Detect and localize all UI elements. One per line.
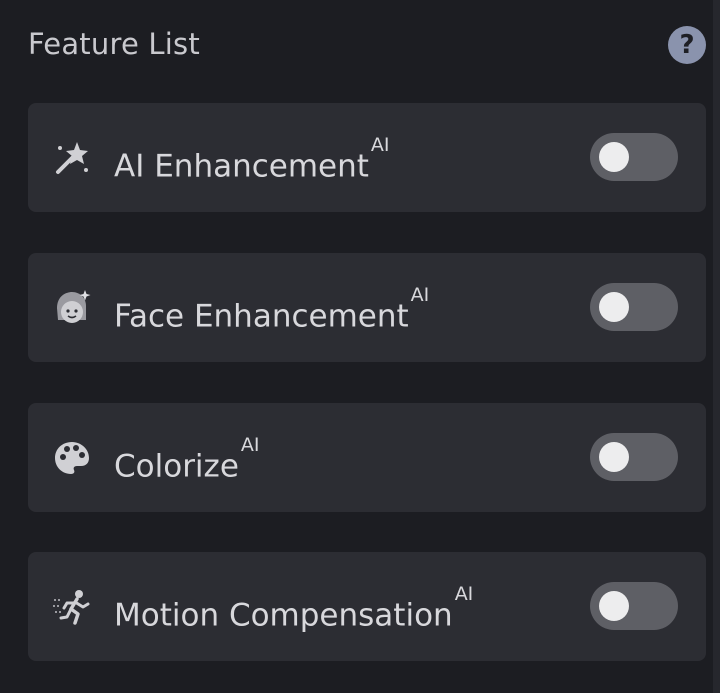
ai-badge: AI xyxy=(370,134,390,156)
ai-badge: AI xyxy=(454,583,474,605)
feature-item-motion-compensation: Motion CompensationAI xyxy=(28,552,706,661)
panel-header: Feature List ? xyxy=(28,22,708,66)
feature-label: Face EnhancementAI xyxy=(114,284,430,335)
motion-compensation-toggle[interactable] xyxy=(590,582,678,630)
ai-badge: AI xyxy=(410,284,430,306)
feature-item-face-enhancement: Face EnhancementAI xyxy=(28,253,706,362)
feature-item-colorize: ColorizeAI xyxy=(28,403,706,512)
feature-label: Motion CompensationAI xyxy=(114,583,474,634)
panel-title: Feature List xyxy=(28,27,200,61)
colorize-toggle[interactable] xyxy=(590,433,678,481)
feature-label: ColorizeAI xyxy=(114,434,260,485)
help-icon[interactable]: ? xyxy=(668,26,706,64)
toggle-knob xyxy=(599,142,629,172)
toggle-knob xyxy=(599,442,629,472)
toggle-knob xyxy=(599,591,629,621)
feature-item-ai-enhancement: AI EnhancementAI xyxy=(28,103,706,212)
magic-wand-icon xyxy=(52,138,92,178)
ai-badge: AI xyxy=(240,434,260,456)
running-figure-icon xyxy=(52,587,92,627)
feature-label: AI EnhancementAI xyxy=(114,134,390,185)
palette-icon xyxy=(52,438,92,478)
face-enhancement-toggle[interactable] xyxy=(590,283,678,331)
face-enhance-icon xyxy=(52,288,92,328)
panel-edge xyxy=(713,0,720,693)
ai-enhancement-toggle[interactable] xyxy=(590,133,678,181)
toggle-knob xyxy=(599,292,629,322)
